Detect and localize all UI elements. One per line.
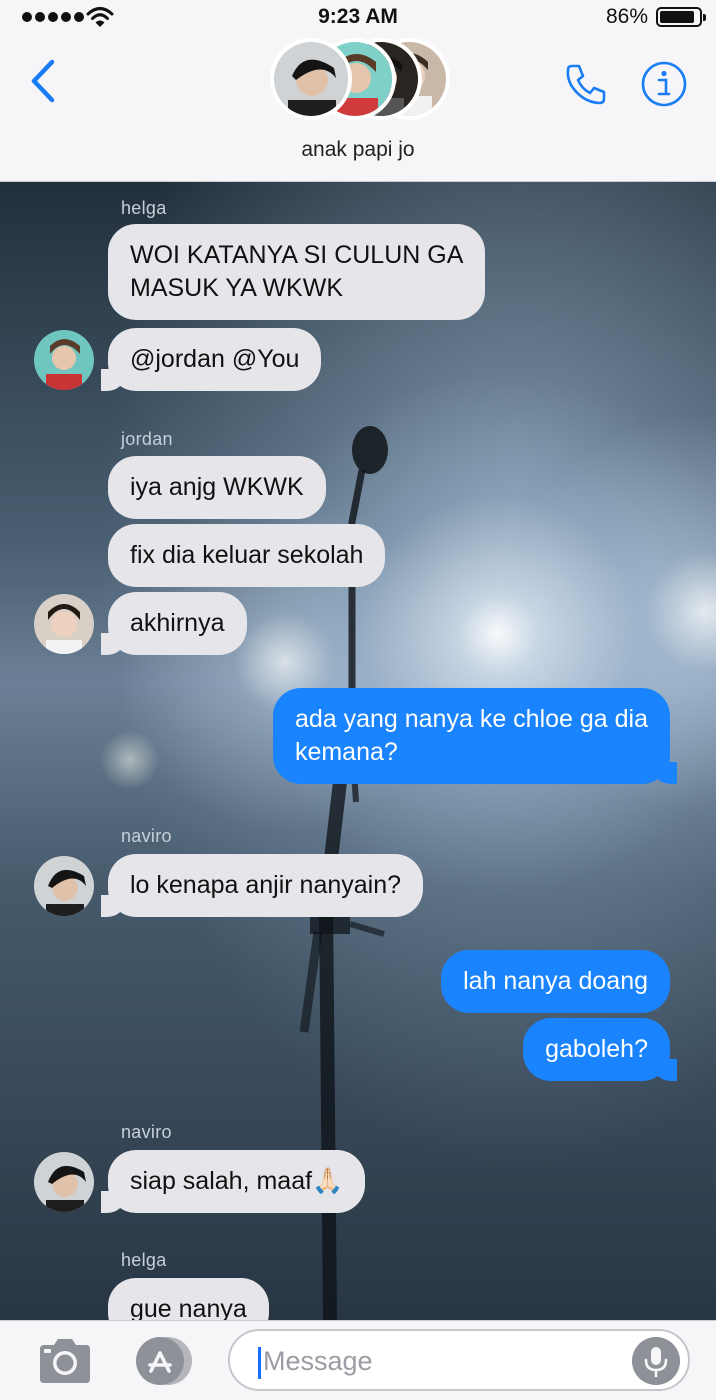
message-bubble[interactable]: akhirnya [101,592,247,655]
group-avatar-stack[interactable] [270,38,450,120]
message-text: siap salah, maaf🙏🏻 [130,1167,344,1195]
message-composer: Message [0,1320,716,1400]
message-bubble[interactable]: lah nanya doang [441,950,670,1013]
message-text: gaboleh? [545,1035,648,1063]
message-bubble[interactable]: gaboleh? [523,1018,677,1081]
battery-icon [656,7,706,27]
member-avatar [270,38,352,120]
dictation-mic-button[interactable] [632,1337,680,1385]
message-bubble[interactable]: iya anjg WKWK [108,456,326,519]
message-text: kemana? [294,738,398,766]
message-text: fix dia keluar sekolah [130,541,364,569]
sender-name: helga [121,198,167,218]
avatar[interactable] [34,594,94,654]
message-bubble[interactable]: gue nanya [108,1278,269,1320]
sender-name: naviro [121,1122,172,1142]
message-text: ada yang nanya ke chloe ga dia [294,705,648,733]
sender-name: helga [121,1250,167,1270]
message-bubble[interactable]: lo kenapa anjir nanyain? [100,854,424,917]
phone-call-button[interactable] [562,60,610,108]
message-bubble[interactable]: fix dia keluar sekolah [108,524,386,587]
message-text: iya anjg WKWK [130,473,304,501]
message-placeholder: Message [263,1346,373,1376]
message-bubble[interactable]: @jordan @You [100,328,322,391]
message-bubble[interactable]: ada yang nanya ke chloe ga dia kemana? [272,688,678,784]
group-name[interactable]: anak papi jo [0,138,716,162]
status-bar: 9:23 AM 86% [0,0,716,36]
chat-thread[interactable]: helga WOI KATANYA SI CULUN GA MASUK YA W… [0,182,716,1320]
avatar[interactable] [34,856,94,916]
message-text: MASUK YA WKWK [130,274,344,302]
message-text: @jordan @You [130,345,300,373]
conversation-header: 9:23 AM 86% anak papi jo [0,0,716,182]
message-text: lo kenapa anjir nanyain? [130,871,402,899]
message-bubble[interactable]: WOI KATANYA SI CULUN GA MASUK YA WKWK [108,224,486,320]
sender-name: naviro [121,826,172,846]
message-text: gue nanya [130,1295,247,1320]
message-text: WOI KATANYA SI CULUN GA [130,241,464,269]
battery-percentage: 86% [605,5,648,28]
message-text: lah nanya doang [463,967,648,995]
sender-name: jordan [121,429,173,449]
avatar[interactable] [34,1152,94,1212]
text-cursor [258,1347,261,1379]
camera-button[interactable] [36,1335,94,1387]
message-bubble[interactable]: siap salah, maaf🙏🏻 [100,1150,366,1213]
info-button[interactable] [640,60,688,108]
avatar[interactable] [34,330,94,390]
app-store-button[interactable] [128,1335,196,1387]
back-button[interactable] [24,56,64,106]
message-text: akhirnya [130,609,225,637]
message-input[interactable]: Message [228,1329,690,1391]
